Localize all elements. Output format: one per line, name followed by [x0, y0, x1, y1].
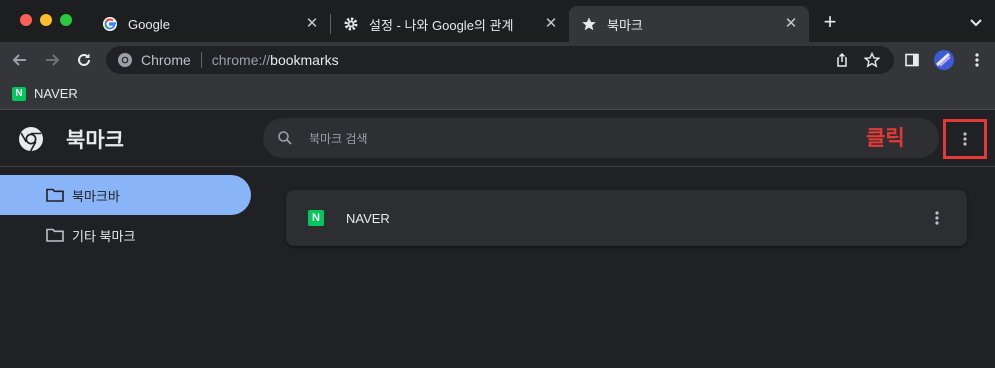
chrome-icon: [117, 52, 133, 68]
sidebar-item-label: 북마크바: [72, 188, 120, 204]
bookmarks-bar: N NAVER: [0, 78, 995, 110]
window-close-button[interactable]: [20, 14, 32, 26]
search-icon: [277, 130, 293, 146]
search-input[interactable]: 북마크 검색: [263, 118, 939, 158]
divider: [200, 52, 202, 68]
sidebar-item-label: 기타 북마크: [72, 228, 136, 244]
folder-icon: [46, 228, 64, 242]
new-tab-button[interactable]: +: [820, 11, 840, 33]
folder-icon: [46, 188, 64, 202]
tab-google[interactable]: Google ✕: [90, 6, 330, 42]
gear-icon: [343, 16, 359, 32]
more-vert-icon[interactable]: [956, 130, 974, 148]
google-icon: [102, 16, 118, 32]
bookmark-label: NAVER: [34, 86, 78, 101]
tab-title: Google: [128, 16, 170, 32]
url-path: bookmarks: [270, 52, 339, 68]
window-minimize-button[interactable]: [40, 14, 52, 26]
bookmark-bar-item-naver[interactable]: N NAVER: [12, 86, 78, 101]
sidebar-item-other-bookmarks[interactable]: 기타 북마크: [0, 215, 251, 255]
chevron-down-icon[interactable]: [968, 14, 984, 30]
close-icon[interactable]: ✕: [783, 16, 799, 32]
toolbar: Chrome chrome:// bookmarks: [0, 42, 995, 78]
share-icon[interactable]: [834, 52, 850, 68]
tab-title: 북마크: [607, 17, 643, 33]
side-panel-icon[interactable]: [902, 50, 922, 70]
sidebar-item-bookmarks-bar[interactable]: 북마크바: [0, 175, 251, 215]
back-arrow-icon[interactable]: [10, 50, 30, 70]
close-icon[interactable]: ✕: [304, 16, 320, 32]
annotation-label: 클릭: [866, 127, 905, 150]
chrome-logo-icon: [18, 126, 44, 152]
naver-icon: N: [12, 86, 26, 101]
profile-avatar[interactable]: [934, 50, 954, 70]
star-icon: [581, 16, 597, 32]
site-chip-label: Chrome: [141, 52, 191, 68]
search-placeholder: 북마크 검색: [309, 131, 368, 146]
url-scheme: chrome://: [211, 52, 271, 68]
tab-settings[interactable]: 설정 - 나와 Google의 관계 ✕: [331, 6, 569, 42]
bookmark-star-icon[interactable]: [863, 51, 881, 68]
reload-icon[interactable]: [74, 50, 94, 70]
forward-arrow-icon[interactable]: [42, 50, 62, 70]
tab-strip: Google ✕ 설정 - 나와 Google의 관계 ✕ 북마크 ✕ +: [0, 0, 995, 42]
naver-icon: N: [308, 210, 324, 226]
more-vert-icon[interactable]: [928, 209, 946, 227]
address-bar[interactable]: Chrome chrome:// bookmarks: [106, 46, 894, 74]
close-icon[interactable]: ✕: [543, 16, 559, 32]
window-zoom-button[interactable]: [60, 14, 72, 26]
tab-title: 설정 - 나와 Google의 관계: [369, 17, 514, 33]
tab-bookmarks[interactable]: 북마크 ✕: [569, 6, 809, 42]
page-title: 북마크: [66, 129, 124, 152]
more-vert-icon[interactable]: [967, 50, 987, 70]
bookmark-list-item[interactable]: N NAVER: [286, 190, 967, 246]
bookmarks-page-header: 북마크 북마크 검색 클릭: [0, 110, 995, 167]
bookmark-title: NAVER: [346, 210, 390, 226]
